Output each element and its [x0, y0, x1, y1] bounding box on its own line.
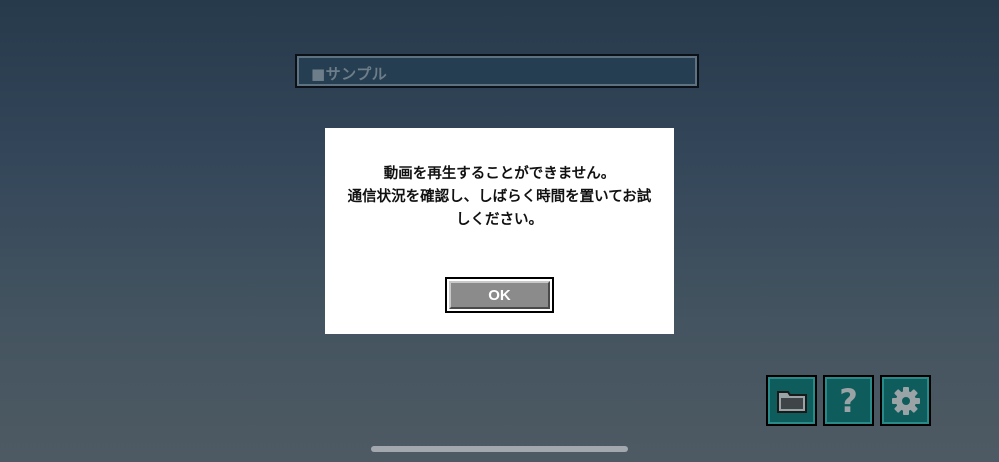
- title-bar: ■サンプル: [295, 54, 699, 88]
- settings-button[interactable]: [880, 375, 931, 426]
- dialog-message-line-1: 動画を再生することができません。: [383, 166, 616, 182]
- error-dialog: 動画を再生することができません。 通信状況を確認し、しばらく時間を置いてお試 し…: [325, 128, 674, 334]
- dialog-message: 動画を再生することができません。 通信状況を確認し、しばらく時間を置いてお試 し…: [325, 163, 674, 232]
- dialog-message-line-3: しください。: [456, 212, 543, 228]
- help-button[interactable]: ?: [823, 375, 874, 426]
- home-indicator[interactable]: [371, 446, 628, 452]
- help-icon: ?: [839, 381, 858, 420]
- folder-button[interactable]: [766, 375, 817, 426]
- ok-button[interactable]: OK: [445, 277, 554, 313]
- gear-icon: [891, 386, 920, 415]
- ok-button-label: OK: [449, 281, 550, 309]
- title-text: ■サンプル: [311, 65, 388, 83]
- dialog-message-line-2: 通信状況を確認し、しばらく時間を置いてお試: [347, 189, 652, 205]
- folder-icon: [776, 390, 807, 413]
